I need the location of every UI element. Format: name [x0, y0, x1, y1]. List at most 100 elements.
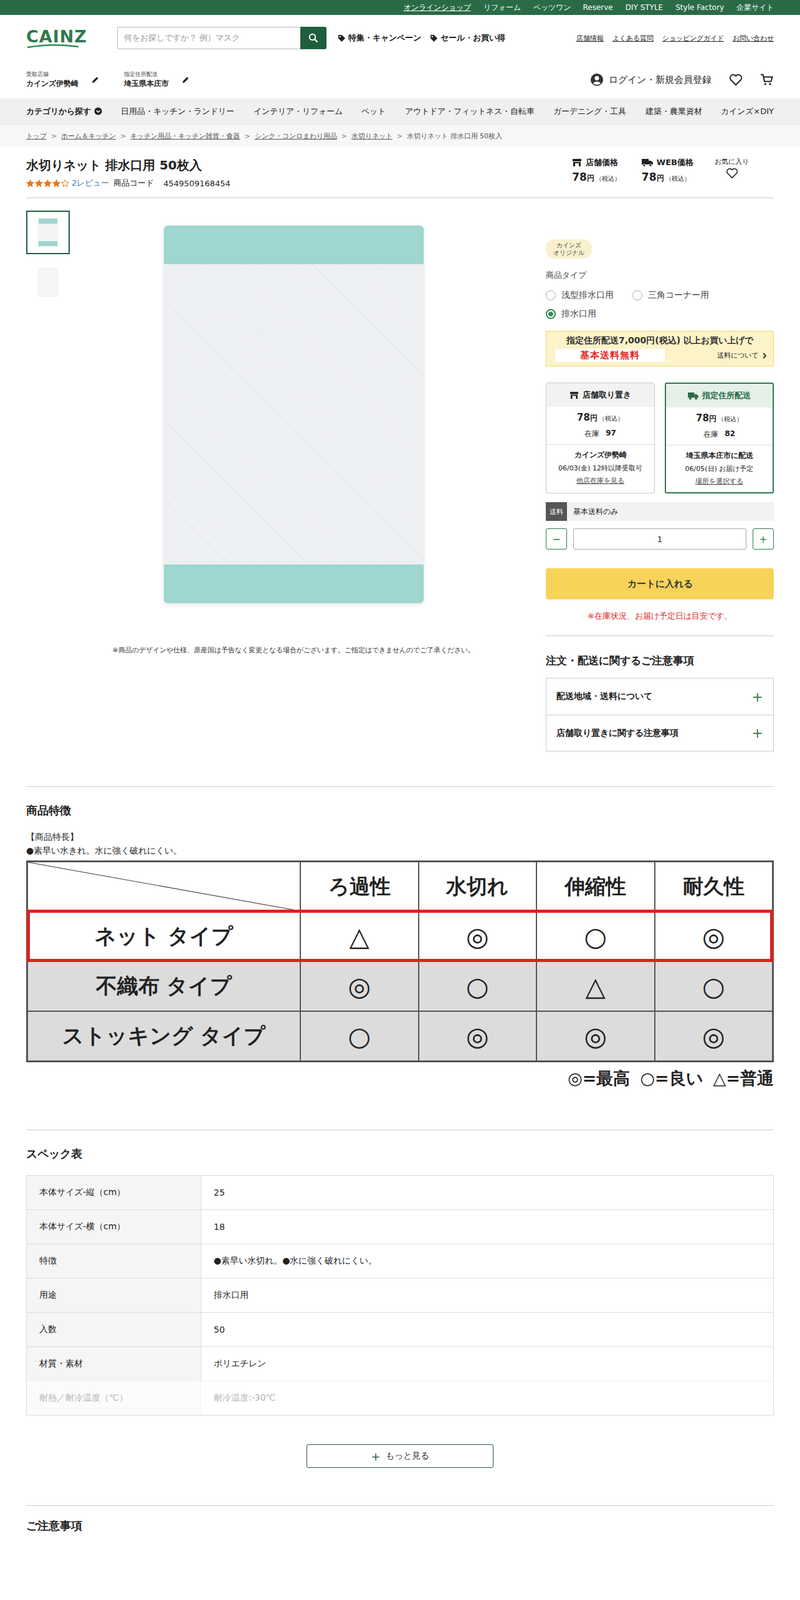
- category-link[interactable]: 建築・農業資材: [645, 105, 703, 118]
- top-bar-link[interactable]: オンラインショップ: [403, 2, 472, 14]
- breadcrumb-item[interactable]: シンク・コンロまわり用品: [254, 131, 338, 141]
- reviews-link[interactable]: 2レビュー: [71, 177, 110, 189]
- search-button[interactable]: [300, 26, 327, 50]
- delivery-option-link[interactable]: 他店在庫を見る: [576, 476, 625, 486]
- page: オンラインショップリフォームペッツワン Reserve DIY STYLE Style…: [0, 0, 800, 1548]
- category-menu-button[interactable]: カテゴリから探す: [26, 105, 103, 118]
- header-nav-link[interactable]: セール・お買い得: [429, 32, 506, 44]
- comparison-row: 不織布 タイプ ◎○△○: [28, 960, 772, 1011]
- top-bar-link[interactable]: Reserve: [583, 3, 614, 12]
- comparison-legend: ◎=最高○=良い△=普通: [26, 1067, 774, 1090]
- category-link[interactable]: ペット: [361, 105, 386, 118]
- original-badge: カインズオリジナル: [545, 239, 592, 259]
- search-icon: [308, 33, 319, 43]
- product-type-option[interactable]: 浅型排水口用: [545, 289, 614, 301]
- breadcrumb-item[interactable]: 水切りネット: [351, 131, 393, 141]
- pencil-icon: [90, 76, 100, 85]
- spec-row: 用途 排水口用: [26, 1277, 774, 1313]
- header-nav-link[interactable]: 特集・キャンペーン: [337, 32, 422, 44]
- top-bar-link[interactable]: リフォーム: [483, 2, 521, 14]
- delivery-option-link[interactable]: 場所を選択する: [695, 476, 744, 486]
- quantity-input[interactable]: 1: [573, 528, 747, 550]
- rating: 2レビュー 商品コード 4549509168454: [26, 177, 231, 189]
- product-header: 水切りネット 排水口用 50枚入 2レビュー 商品コード 45495091684…: [26, 147, 774, 199]
- price-block: WEB価格 78円（税込）: [641, 157, 694, 184]
- category-link[interactable]: 日用品・キッチン・ランドリー: [120, 105, 235, 118]
- category-link[interactable]: アウトドア・フィットネス・自転車: [404, 105, 535, 118]
- heart-icon: [725, 167, 739, 179]
- search-bar: 何をお探しですか？ 例）マスク: [117, 26, 327, 50]
- store-selector[interactable]: 受取店舗 カインズ伊勢崎: [26, 70, 100, 90]
- delivery-option[interactable]: 指定住所配送 78円（税込） 在庫82 埼玉県本庄市に配送 06/05(日) お…: [664, 382, 774, 494]
- header-link[interactable]: お問い合わせ: [732, 33, 774, 43]
- accordion-item[interactable]: 配送地域・送料について +: [546, 678, 774, 715]
- favorite-button[interactable]: お気に入り: [714, 157, 749, 179]
- spec-table: 本体サイズ-縦（cm） 25本体サイズ-横（cm） 18特徴 ●素早い水切れ。●…: [26, 1175, 774, 1416]
- top-bar-link[interactable]: Style Factory: [675, 3, 724, 12]
- chevron-down-icon: [94, 107, 103, 116]
- spec-row: 入数 50: [26, 1312, 774, 1347]
- star-icon: [34, 179, 43, 188]
- cart-icon[interactable]: [760, 72, 774, 87]
- stock-note: ※在庫状況、お届け予定日は目安です。: [545, 610, 774, 622]
- add-to-cart-button[interactable]: カートに入れる: [545, 568, 774, 600]
- comparison-row: ストッキング タイプ ○◎◎◎: [28, 1010, 772, 1061]
- price-block: 店舗価格 78円（税込）: [571, 157, 621, 184]
- header: CAINZ 何をお探しですか？ 例）マスク 特集・キャンペーン セール・お買い得…: [26, 14, 774, 62]
- breadcrumb-item[interactable]: キッチン用品・キッチン雑貨・食器: [130, 131, 240, 141]
- store-icon: [571, 158, 582, 167]
- top-bar-link[interactable]: 企業サイト: [736, 2, 774, 14]
- header-link[interactable]: 店舗情報: [576, 33, 604, 43]
- product-type-option[interactable]: 排水口用: [545, 308, 597, 320]
- product-title: 水切りネット 排水口用 50枚入: [26, 157, 231, 174]
- shipping-fee: 送料 基本送料のみ: [545, 502, 774, 521]
- spec-row: 耐熱／耐冷温度（℃） 耐冷温度:-30℃: [26, 1380, 774, 1415]
- product-image: [69, 210, 518, 637]
- tag-icon: [429, 34, 439, 43]
- search-input[interactable]: 何をお探しですか？ 例）マスク: [117, 26, 301, 50]
- thumbnail[interactable]: [26, 210, 70, 255]
- increase-button[interactable]: +: [752, 528, 774, 550]
- notice-accordion: 配送地域・送料について +店舗取り置きに関する注意事項 +: [545, 677, 774, 752]
- decrease-button[interactable]: −: [545, 528, 567, 550]
- user-icon: [590, 72, 604, 87]
- chevron-right-icon: [761, 352, 767, 359]
- shipping-info-link[interactable]: 送料について: [717, 350, 767, 361]
- breadcrumb: トップ> ホーム＆キッチン> キッチン用品・キッチン雑貨・食器> シンク・コンロ…: [0, 123, 800, 148]
- image-note: ※商品のデザインや仕様、原産国は予告なく変更となる場合がございます。ご指定はでき…: [69, 645, 518, 655]
- star-icon: [61, 179, 70, 188]
- login-link[interactable]: ログイン・新規会員登録: [590, 72, 712, 87]
- truck-icon: [641, 158, 653, 167]
- header-link[interactable]: よくある質問: [612, 33, 654, 43]
- address-selector[interactable]: 指定住所配送 埼玉県本庄市: [123, 70, 190, 90]
- top-bar-link[interactable]: DIY STYLE: [625, 3, 663, 12]
- accordion-item[interactable]: 店舗取り置きに関する注意事項 +: [546, 714, 774, 751]
- star-icon: [52, 179, 61, 188]
- quantity-stepper: − 1 +: [545, 528, 774, 550]
- category-link[interactable]: ガーデニング・工具: [553, 105, 627, 118]
- spec-row: 本体サイズ-縦（cm） 25: [26, 1175, 774, 1210]
- delivery-option[interactable]: 店舗取り置き 78円（税込） 在庫97 カインズ伊勢崎 06/03(金) 12時…: [545, 382, 655, 494]
- comparison-row: ネット タイプ △◎○◎: [28, 910, 772, 961]
- category-bar: カテゴリから探す 日用品・キッチン・ランドリー インテリア・リフォーム ペット アウト…: [0, 98, 800, 124]
- breadcrumb-item[interactable]: トップ: [26, 131, 47, 141]
- star-icon: [26, 179, 35, 188]
- tag-icon: [337, 34, 346, 43]
- spec-row: 材質・素材 ポリエチレン: [26, 1346, 774, 1381]
- notes-title: ご注意事項: [26, 1518, 774, 1534]
- product-type-option[interactable]: 三角コーナー用: [632, 289, 710, 301]
- heart-icon[interactable]: [728, 73, 743, 86]
- category-link[interactable]: カインズ×DIY: [720, 105, 774, 118]
- logo-swoosh-icon: [26, 43, 80, 49]
- breadcrumb-item[interactable]: ホーム＆キッチン: [61, 131, 116, 141]
- spec-row: 本体サイズ-横（cm） 18: [26, 1209, 774, 1244]
- specs-title: スペック表: [26, 1146, 774, 1162]
- category-link[interactable]: インテリア・リフォーム: [253, 105, 343, 118]
- free-shipping-banner: 指定住所配送7,000円(税込) 以上お買い上げで 基本送料無料 送料について: [545, 330, 774, 367]
- top-bar-link[interactable]: ペッツワン: [533, 2, 571, 14]
- thumbnail[interactable]: [26, 260, 70, 305]
- show-more-button[interactable]: + もっと見る: [306, 1444, 494, 1468]
- logo[interactable]: CAINZ: [26, 28, 89, 49]
- top-bar: オンラインショップリフォームペッツワン Reserve DIY STYLE Style…: [0, 0, 800, 15]
- header-link[interactable]: ショッピングガイド: [662, 33, 724, 43]
